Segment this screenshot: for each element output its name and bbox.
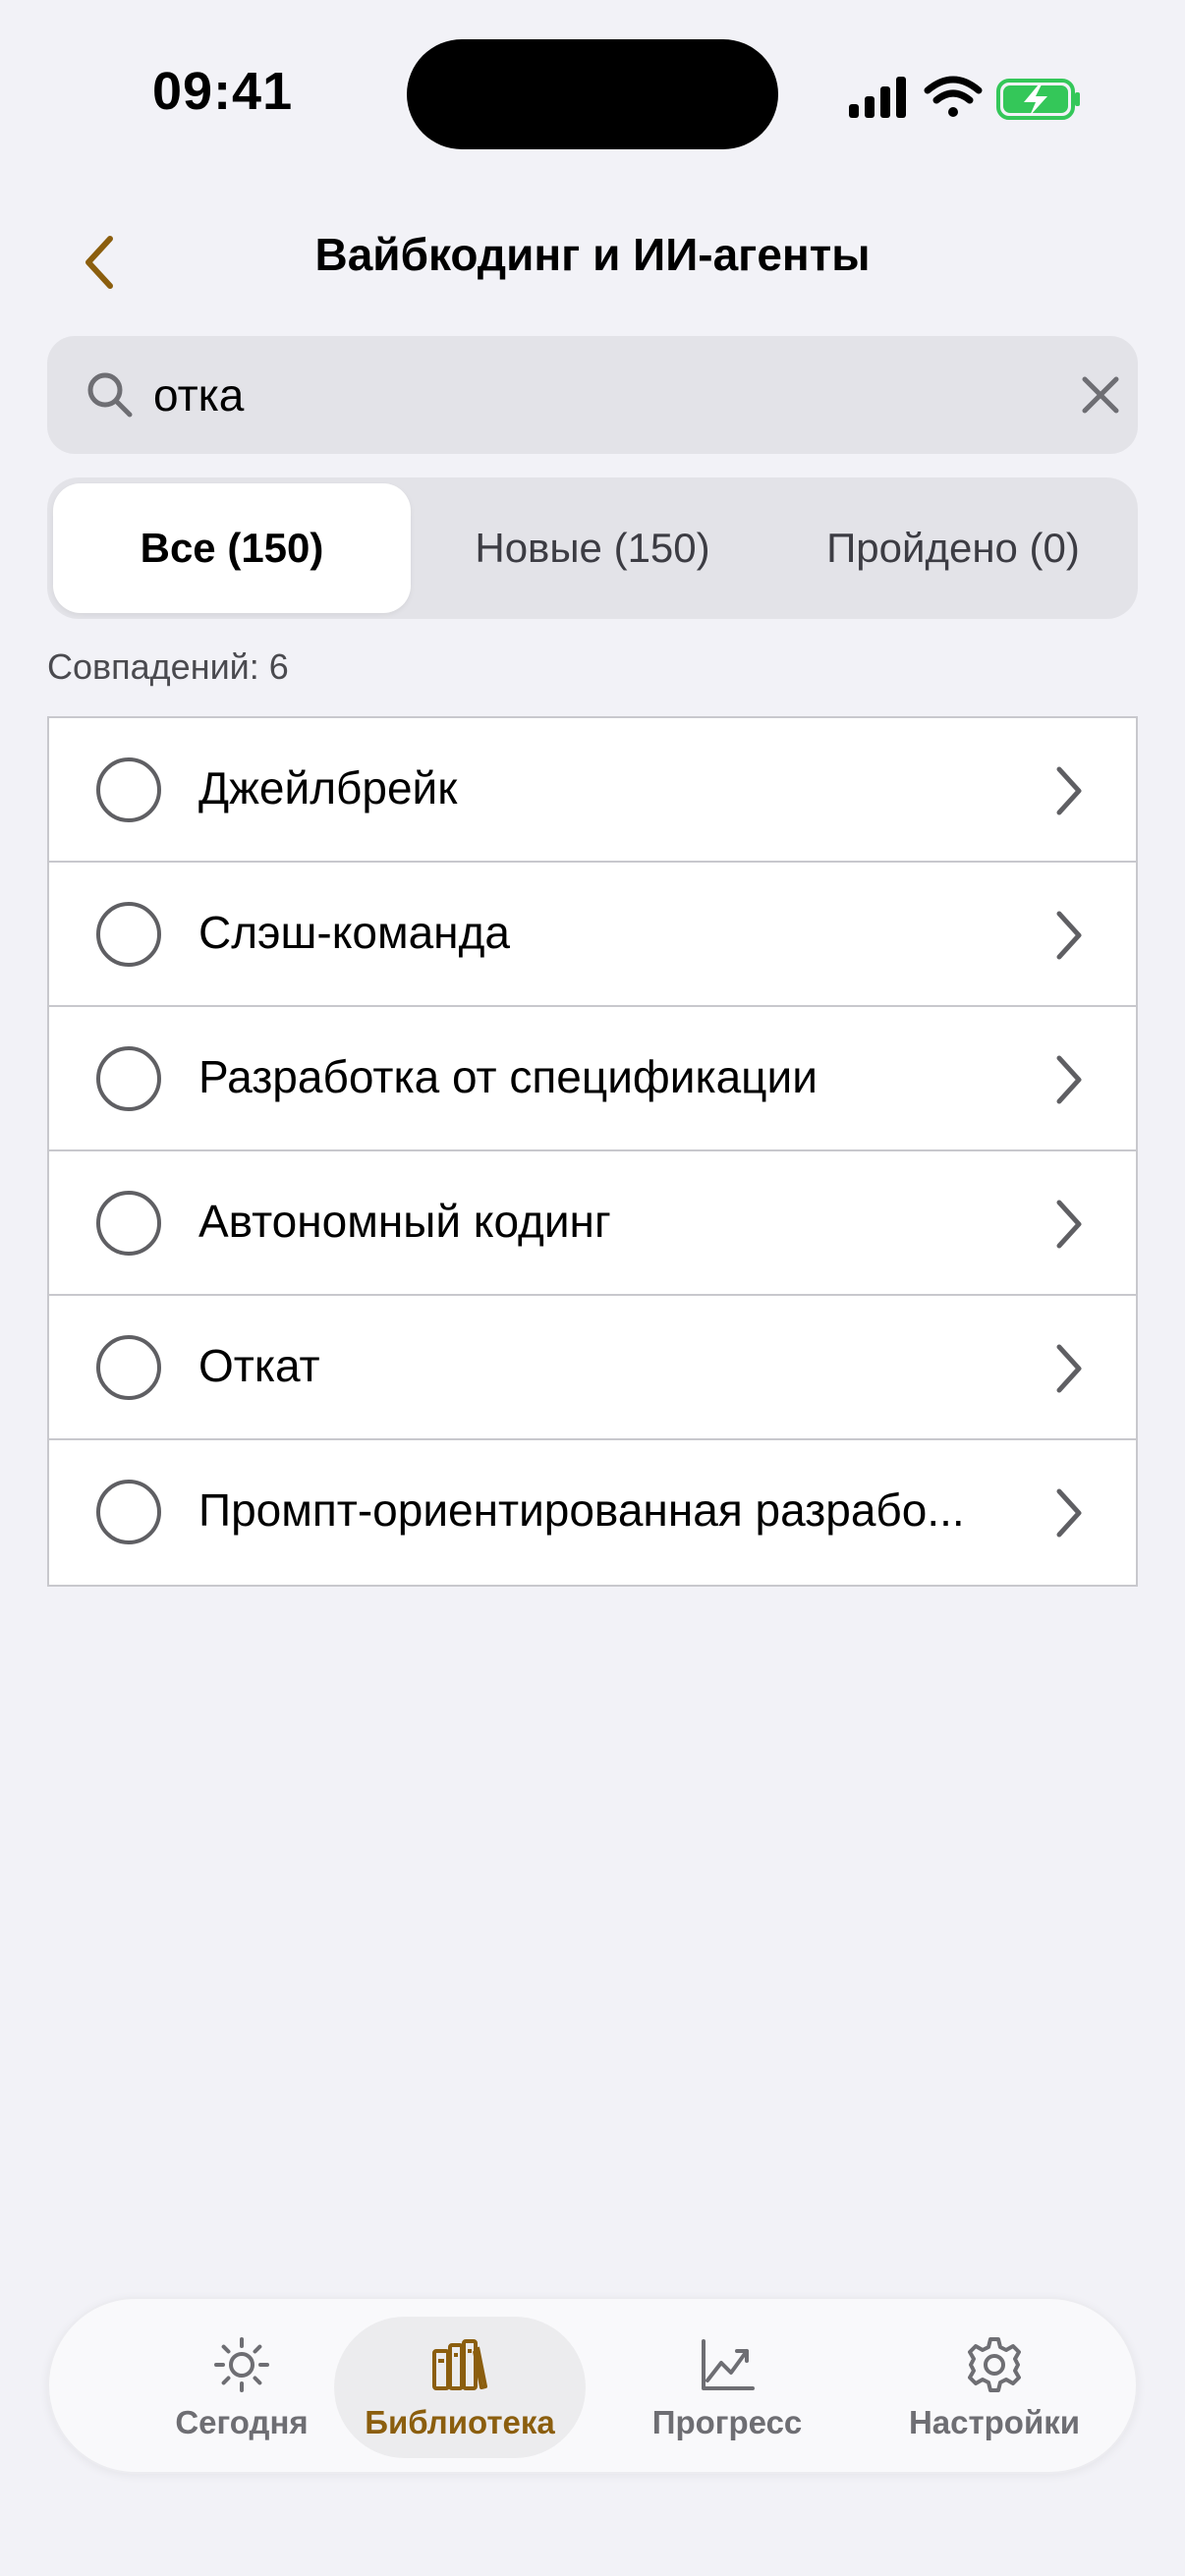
chevron-right-icon	[1056, 1055, 1082, 1104]
books-icon	[432, 2339, 487, 2390]
status-bar: 09:41	[0, 0, 1185, 187]
cellular-signal-icon	[849, 77, 906, 118]
match-count: Совпадений: 6	[47, 646, 289, 687]
tab-label: Настройки	[908, 2404, 1081, 2440]
status-circle-icon	[96, 757, 161, 822]
segment-new[interactable]: Новые (150)	[414, 483, 771, 613]
results-list: Джейлбрейк Слэш-команда Разработка от сп…	[47, 716, 1138, 1587]
battery-icon	[996, 79, 1080, 120]
tab-bar: Сегодня Библиотека Прогресс Настройки	[47, 2297, 1138, 2474]
status-circle-icon	[96, 902, 161, 967]
tab-today[interactable]: Сегодня	[116, 2317, 367, 2458]
list-item-label: Автономный кодинг	[198, 1196, 611, 1247]
sun-icon	[214, 2337, 269, 2392]
list-item-label: Джейлбрейк	[198, 762, 458, 813]
tab-label: Библиотека	[365, 2404, 555, 2440]
back-button[interactable]	[65, 218, 134, 307]
status-circle-icon	[96, 1046, 161, 1111]
chart-icon	[702, 2339, 755, 2390]
segment-all[interactable]: Все (150)	[53, 483, 411, 613]
list-item[interactable]: Промпт-ориентированная разрабо...	[49, 1440, 1136, 1585]
status-circle-icon	[96, 1191, 161, 1256]
status-time: 09:41	[152, 62, 294, 121]
tab-library[interactable]: Библиотека	[334, 2317, 586, 2458]
chevron-right-icon	[1056, 1488, 1082, 1538]
status-circle-icon	[96, 1480, 161, 1544]
list-item-label: Откат	[198, 1340, 320, 1391]
screen: 09:41 Вайбкодинг и ИИ-агенты отка Все (1…	[0, 0, 1185, 2576]
chevron-right-icon	[1056, 1344, 1082, 1393]
segment-completed[interactable]: Пройдено (0)	[774, 483, 1132, 613]
chevron-right-icon	[1056, 911, 1082, 960]
status-icons	[849, 76, 1080, 120]
gear-icon	[968, 2337, 1021, 2392]
wifi-icon	[924, 76, 983, 117]
search-icon	[87, 372, 133, 418]
clear-search-button[interactable]	[1071, 365, 1130, 424]
chevron-right-icon	[1056, 766, 1082, 815]
list-item-label: Слэш-команда	[198, 907, 511, 958]
dynamic-island	[407, 39, 778, 149]
tab-label: Сегодня	[175, 2404, 309, 2440]
search-input[interactable]	[153, 358, 1038, 432]
chevron-left-icon	[85, 236, 113, 289]
tab-label: Прогресс	[651, 2404, 803, 2440]
list-item[interactable]: Разработка от спецификации	[49, 1007, 1136, 1151]
tab-progress[interactable]: Прогресс	[601, 2317, 853, 2458]
chevron-right-icon	[1056, 1200, 1082, 1249]
list-item[interactable]: Откат	[49, 1296, 1136, 1440]
close-icon	[1082, 376, 1119, 414]
list-item[interactable]: Джейлбрейк	[49, 718, 1136, 863]
list-item-label: Промпт-ориентированная разрабо...	[198, 1484, 965, 1536]
list-item-label: Разработка от спецификации	[198, 1051, 818, 1102]
page-title: Вайбкодинг и ИИ-агенты	[314, 229, 871, 280]
list-item[interactable]: Слэш-команда	[49, 863, 1136, 1007]
status-circle-icon	[96, 1335, 161, 1400]
search-bar[interactable]	[47, 336, 1138, 454]
list-item[interactable]: Автономный кодинг	[49, 1151, 1136, 1296]
filter-segmented-control: Все (150) Новые (150) Пройдено (0)	[47, 477, 1138, 619]
tab-settings[interactable]: Настройки	[869, 2317, 1120, 2458]
